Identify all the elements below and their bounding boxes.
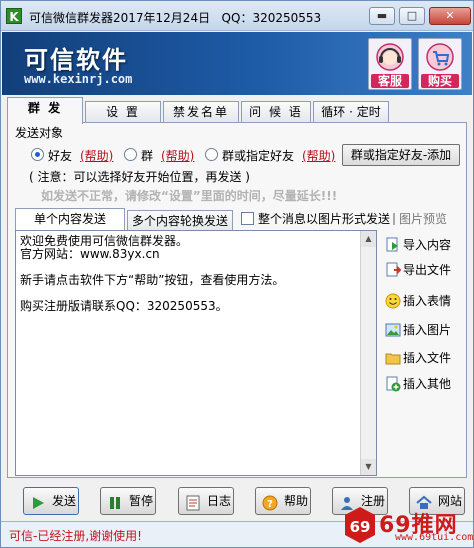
- message-editor[interactable]: 欢迎免费使用可信微信群发器。 官方网站：www.83yx.cn 新手请点击软件下…: [15, 230, 377, 476]
- help-link-groups[interactable]: (帮助): [161, 147, 194, 164]
- minimize-button[interactable]: ▬: [369, 7, 395, 25]
- tab-rotating-content[interactable]: 多个内容轮换发送: [127, 210, 233, 232]
- plus-icon: [385, 376, 401, 392]
- insert-image-label: 插入图片: [403, 323, 452, 337]
- editor-scrollbar[interactable]: ▲ ▼: [360, 231, 376, 475]
- tab-greeting[interactable]: 问 候 语: [241, 101, 311, 123]
- maximize-button[interactable]: □: [399, 7, 425, 25]
- watermark: 69 69推网 www.69tui.com: [337, 505, 474, 545]
- log-label: 日志: [207, 494, 232, 508]
- buy-label: 购买: [421, 74, 459, 88]
- help-button[interactable]: ? 帮助: [255, 487, 311, 515]
- window-qq: QQ：320250553: [221, 11, 322, 25]
- close-button[interactable]: ✕: [429, 7, 471, 25]
- buy-button[interactable]: 购买: [418, 38, 462, 90]
- note-text: ( 注意：可以选择好友开始位置，再发送 ): [29, 170, 250, 184]
- insert-file-label: 插入文件: [403, 351, 452, 365]
- import-content-label: 导入内容: [403, 238, 452, 252]
- send-button[interactable]: 发送: [23, 487, 79, 515]
- banner: 可信软件 www.kexinrj.com 客服 购买: [2, 32, 472, 95]
- main-window: K 可信微信群发器2017年12月24日 QQ：320250553 ▬ □ ✕ …: [0, 0, 474, 548]
- help-link-friends[interactable]: (帮助): [80, 147, 113, 164]
- message-text[interactable]: 欢迎免费使用可信微信群发器。 官方网站：www.83yx.cn 新手请点击软件下…: [20, 235, 360, 459]
- scroll-up-arrow[interactable]: ▲: [361, 231, 376, 247]
- import-content-button[interactable]: 导入内容: [383, 234, 467, 256]
- radio-friends[interactable]: [31, 148, 44, 161]
- watermark-url: www.69tui.com: [395, 532, 474, 543]
- image-icon: [385, 322, 401, 338]
- customer-service-button[interactable]: 客服: [368, 38, 412, 90]
- log-button[interactable]: 日志: [178, 487, 234, 515]
- smiley-icon: [385, 293, 401, 309]
- scroll-down-arrow[interactable]: ▼: [361, 459, 376, 475]
- cart-icon: [425, 42, 455, 72]
- insert-image-button[interactable]: 插入图片: [383, 319, 467, 341]
- radio-friends-label[interactable]: 好友: [48, 147, 72, 164]
- tip-text: 如发送不正常，请修改“设置”里面的时间，尽量延长!!!: [41, 189, 338, 203]
- import-icon: [385, 237, 401, 253]
- watermark-logo-icon: 69: [341, 505, 379, 545]
- svg-text:?: ?: [267, 499, 273, 510]
- radio-groups-or-friends-label[interactable]: 群或指定好友: [222, 147, 294, 164]
- svg-text:69: 69: [350, 518, 371, 536]
- play-icon: [30, 494, 46, 510]
- send-label: 发送: [52, 494, 77, 508]
- send-target-label: 发送对象: [15, 126, 64, 140]
- tab-single-content[interactable]: 单个内容发送: [15, 208, 125, 230]
- preview-icon: [393, 213, 395, 225]
- tab-send[interactable]: 群 发: [7, 97, 83, 124]
- window-title-text: 可信微信群发器2017年12月24日: [29, 11, 211, 25]
- window-title: 可信微信群发器2017年12月24日 QQ：320250553: [29, 9, 321, 26]
- insert-emoji-label: 插入表情: [403, 294, 452, 308]
- customer-service-label: 客服: [371, 74, 409, 88]
- image-mode-checkbox[interactable]: [241, 212, 254, 225]
- radio-groups-label[interactable]: 群: [141, 147, 153, 164]
- help-label: 帮助: [284, 494, 309, 508]
- insert-file-button[interactable]: 插入文件: [383, 347, 467, 369]
- radio-groups[interactable]: [124, 148, 137, 161]
- brand-name: 可信软件: [24, 46, 128, 74]
- add-group-or-friend-button[interactable]: 群或指定好友-添加: [342, 144, 460, 166]
- insert-other-button[interactable]: 插入其他: [383, 373, 467, 395]
- export-icon: [385, 262, 402, 278]
- main-tabs: 群 发 设 置 禁发名单 问 候 语 循环 · 定时: [1, 97, 473, 124]
- insert-other-label: 插入其他: [403, 377, 452, 391]
- tab-loop-timer[interactable]: 循环 · 定时: [313, 101, 389, 123]
- insert-emoji-button[interactable]: 插入表情: [383, 290, 467, 312]
- pause-label: 暂停: [129, 494, 154, 508]
- title-bar[interactable]: K 可信微信群发器2017年12月24日 QQ：320250553 ▬ □ ✕: [1, 1, 473, 31]
- tab-blacklist[interactable]: 禁发名单: [163, 101, 239, 123]
- export-file-button[interactable]: 导出文件: [383, 259, 467, 281]
- help-icon: ?: [262, 494, 278, 511]
- radio-groups-or-friends[interactable]: [205, 148, 218, 161]
- app-logo-icon: K: [6, 8, 22, 24]
- image-preview-label[interactable]: 图片预览: [399, 210, 447, 227]
- help-link-groups-or-friends[interactable]: (帮助): [302, 147, 335, 164]
- brand-url: www.kexinrj.com: [24, 72, 133, 86]
- tab-settings[interactable]: 设 置: [85, 101, 161, 123]
- headset-icon: [375, 42, 405, 72]
- image-mode-label[interactable]: 整个消息以图片形式发送: [258, 210, 390, 227]
- pause-icon: [107, 494, 123, 510]
- log-icon: [185, 494, 201, 511]
- export-file-label: 导出文件: [403, 263, 452, 277]
- pause-button[interactable]: 暂停: [100, 487, 156, 515]
- status-text: 可信-已经注册,谢谢使用!: [9, 529, 142, 543]
- folder-icon: [385, 350, 401, 366]
